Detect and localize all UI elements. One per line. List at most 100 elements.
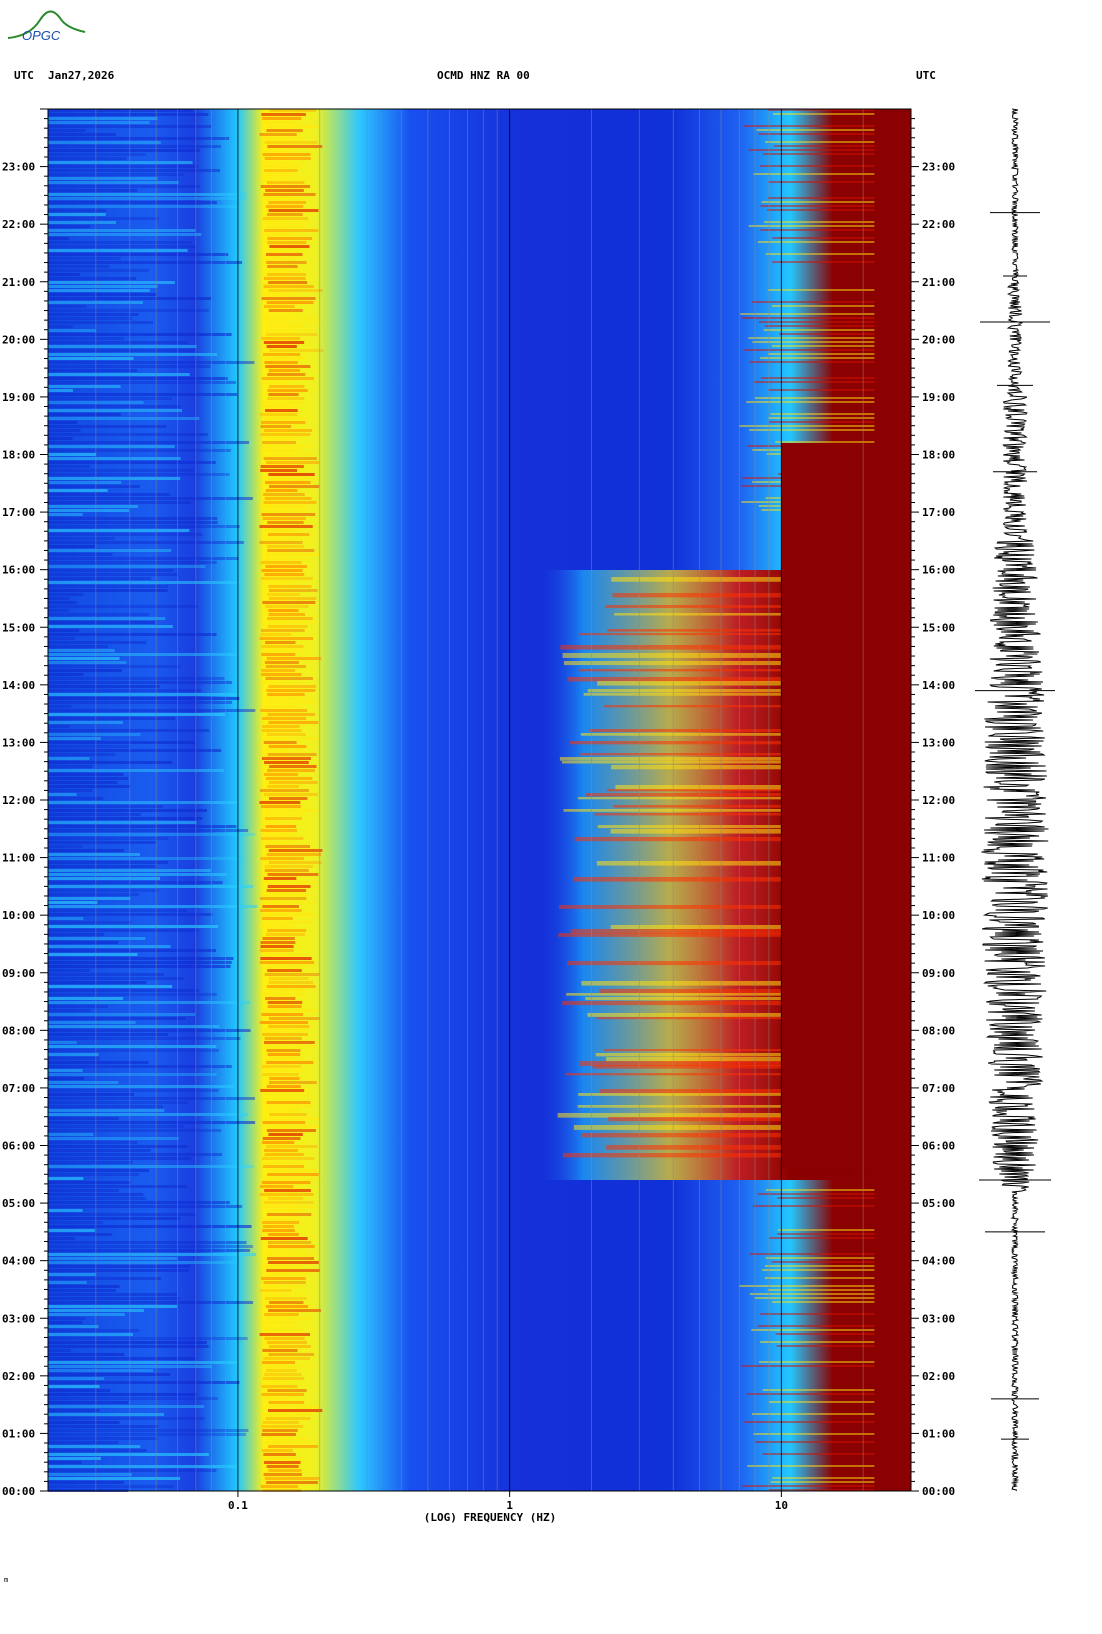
spectral-stripe <box>263 877 297 880</box>
spectral-stripe <box>48 577 152 580</box>
spectral-stripe <box>48 761 173 764</box>
spectral-stripe <box>262 217 309 220</box>
spectral-stripe <box>48 1353 125 1356</box>
hf-stripe <box>770 1481 890 1483</box>
spectral-stripe <box>48 257 121 260</box>
spectral-stripe <box>261 729 302 732</box>
spectral-stripe <box>264 141 318 144</box>
spectral-stripe <box>48 1161 133 1164</box>
spectral-stripe <box>262 1073 299 1076</box>
spectral-stripe <box>260 1289 292 1292</box>
spectral-stripe <box>48 765 93 768</box>
spectral-stripe <box>48 1373 171 1376</box>
spectral-stripe <box>48 241 192 244</box>
spectral-stripe <box>259 1333 310 1336</box>
spectral-stripe <box>48 977 184 980</box>
event-stripe <box>583 693 782 696</box>
spectral-stripe <box>267 265 298 268</box>
spectral-stripe <box>265 677 313 680</box>
spectral-stripe <box>48 1217 181 1220</box>
y-tick-label-right: 09:00 <box>922 967 955 980</box>
hf-stripe <box>746 1393 890 1395</box>
spectral-stripe <box>264 497 312 500</box>
spectral-stripe <box>48 1069 83 1072</box>
spectral-stripe <box>48 849 125 852</box>
spectral-stripe <box>48 529 190 532</box>
spectral-stripe <box>48 1273 96 1276</box>
event-stripe <box>580 753 782 756</box>
x-axis-label: (LOG) FREQUENCY (HZ) <box>424 1511 556 1524</box>
y-tick-label-left: 03:00 <box>2 1312 35 1325</box>
spectral-stripe <box>260 1097 300 1100</box>
spectral-stripe <box>48 721 123 724</box>
spectral-stripe <box>264 229 319 232</box>
spectral-stripe <box>48 245 196 248</box>
spectral-stripe <box>267 929 307 932</box>
spectral-stripe <box>48 253 229 256</box>
spectral-stripe <box>260 909 302 912</box>
spectral-stripe <box>261 113 306 116</box>
spectral-stripe <box>48 809 207 812</box>
spectral-stripe <box>48 1269 189 1272</box>
spectral-stripe <box>259 1021 309 1024</box>
spectral-stripe <box>48 445 175 448</box>
spectral-stripe <box>267 397 305 400</box>
spectral-stripe <box>269 1113 307 1116</box>
spectral-stripe <box>48 121 150 124</box>
spectral-stripe <box>48 645 108 648</box>
spectral-stripe <box>265 565 308 568</box>
spectral-stripe <box>48 741 195 744</box>
spectral-stripe <box>48 1297 180 1300</box>
spectral-stripe <box>48 1361 242 1364</box>
spectral-stripe <box>264 157 311 160</box>
spectral-stripe <box>268 797 308 800</box>
spectral-stripe <box>48 589 168 592</box>
y-tick-label-left: 22:00 <box>2 218 35 231</box>
spectral-stripe <box>48 961 232 964</box>
spectral-stripe <box>260 829 297 832</box>
spectral-stripe <box>268 1273 307 1276</box>
event-stripe <box>578 1093 782 1096</box>
spectral-stripe <box>48 1021 136 1024</box>
hf-stripe <box>777 1233 890 1235</box>
spectral-stripe <box>48 429 81 432</box>
spectral-stripe <box>48 1229 95 1232</box>
spectral-stripe <box>263 1357 311 1360</box>
spectral-stripe <box>264 973 320 976</box>
spectral-stripe <box>48 149 200 152</box>
spectral-stripe <box>48 1085 234 1088</box>
hf-stripe <box>768 181 890 183</box>
spectral-stripe <box>48 1393 198 1396</box>
hf-stripe <box>746 401 890 403</box>
spectral-stripe <box>48 701 232 704</box>
spectral-stripe <box>48 433 208 436</box>
spectral-stripe <box>48 625 173 628</box>
spectral-stripe <box>268 1025 310 1028</box>
spectral-stripe <box>48 1009 91 1012</box>
spectral-stripe <box>259 961 315 964</box>
spectral-stripe <box>48 797 104 800</box>
spectral-stripe <box>266 1257 315 1260</box>
spectral-stripe <box>266 261 307 264</box>
spectral-stripe <box>265 845 310 848</box>
spectral-stripe <box>48 141 161 144</box>
spectral-stripe <box>265 221 311 224</box>
event-stripe <box>599 989 782 994</box>
hf-stripe <box>748 337 890 339</box>
spectral-stripe <box>268 1445 318 1448</box>
spectral-stripe <box>48 1101 188 1104</box>
spectral-stripe <box>48 345 197 348</box>
spectral-stripe <box>261 297 316 300</box>
spectral-stripe <box>264 921 311 924</box>
hf-stripe <box>773 113 890 115</box>
spectral-stripe <box>48 301 143 304</box>
spectral-stripe <box>265 665 306 668</box>
spectral-stripe <box>266 345 297 348</box>
spectral-stripe <box>260 425 292 428</box>
spectral-stripe <box>48 381 236 384</box>
y-tick-label-left: 17:00 <box>2 506 35 519</box>
spectral-stripe <box>261 1029 306 1032</box>
spectral-stripe <box>265 481 311 484</box>
spectral-stripe <box>48 161 193 164</box>
spectral-stripe <box>263 193 316 196</box>
